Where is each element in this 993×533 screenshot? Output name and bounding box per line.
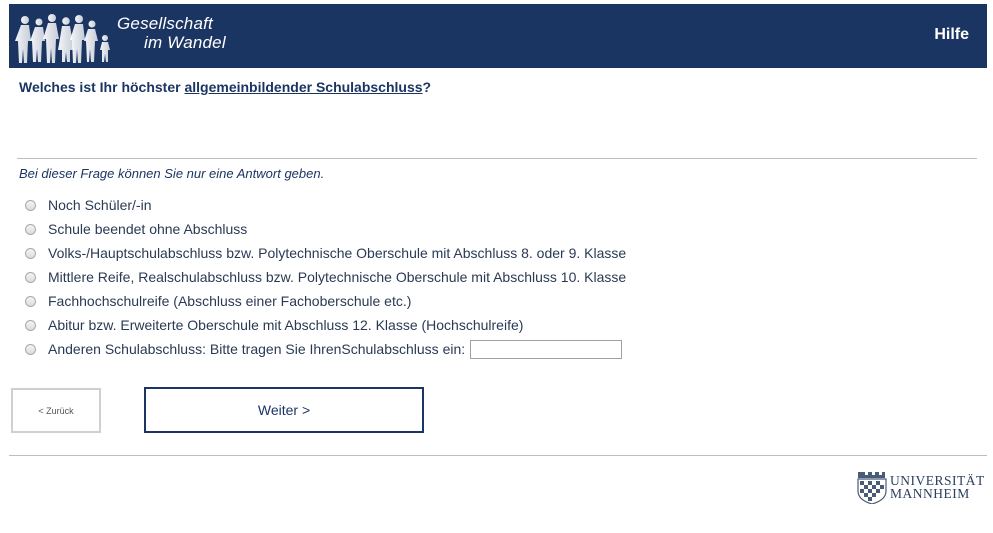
answer-hint: Bei dieser Frage können Sie nur eine Ant…: [19, 166, 325, 181]
help-link[interactable]: Hilfe: [934, 26, 969, 44]
university-logo: UNIVERSITÄT MANNHEIM: [855, 466, 989, 506]
people-silhouettes-icon: [15, 14, 110, 63]
divider-top: [17, 158, 977, 159]
option-label: Abitur bzw. Erweiterte Oberschule mit Ab…: [48, 317, 524, 333]
question-term-link[interactable]: allgemeinbildender Schulabschluss: [184, 79, 422, 95]
option-mittlere-reife[interactable]: Mittlere Reife, Realschulabschluss bzw. …: [23, 265, 626, 289]
option-ohne-abschluss[interactable]: Schule beendet ohne Abschluss: [23, 217, 626, 241]
header-bar: Gesellschaft im Wandel Hilfe: [9, 4, 987, 68]
option-noch-schueler[interactable]: Noch Schüler/-in: [23, 193, 626, 217]
option-anderer-abschluss[interactable]: Anderen Schulabschluss: Bitte tragen Sie…: [23, 337, 626, 361]
radio-button[interactable]: [25, 319, 36, 331]
logo-line-2: im Wandel: [144, 33, 226, 52]
next-button[interactable]: Weiter >: [144, 387, 424, 433]
option-hauptschule[interactable]: Volks-/Hauptschulabschluss bzw. Polytech…: [23, 241, 626, 265]
question-suffix: ?: [422, 79, 432, 95]
option-label: Volks-/Hauptschulabschluss bzw. Polytech…: [48, 245, 627, 261]
project-logo-text: Gesellschaft im Wandel: [117, 14, 226, 52]
radio-button[interactable]: [25, 343, 36, 355]
option-label: Noch Schüler/-in: [48, 197, 152, 213]
other-degree-input[interactable]: [470, 339, 623, 359]
radio-button[interactable]: [25, 223, 36, 235]
university-name-line-2: MANNHEIM: [890, 486, 970, 501]
radio-button[interactable]: [25, 247, 36, 259]
question-text: Welches ist Ihr höchster allgemeinbilden…: [19, 79, 431, 95]
university-name: UNIVERSITÄT MANNHEIM: [890, 474, 985, 501]
survey-page: Gesellschaft im Wandel Hilfe Welches ist…: [0, 0, 993, 533]
option-abitur[interactable]: Abitur bzw. Erweiterte Oberschule mit Ab…: [23, 313, 626, 337]
radio-button[interactable]: [25, 199, 36, 211]
logo-line-1: Gesellschaft: [117, 14, 213, 33]
divider-bottom: [9, 455, 987, 456]
university-crest-icon: [857, 472, 887, 504]
radio-button[interactable]: [25, 295, 36, 307]
question-prefix: Welches ist Ihr höchster: [19, 79, 185, 95]
option-label: Anderen Schulabschluss: Bitte tragen Sie…: [48, 341, 466, 357]
option-label: Schule beendet ohne Abschluss: [48, 221, 248, 237]
option-fachhochschulreife[interactable]: Fachhochschulreife (Abschluss einer Fach…: [23, 289, 626, 313]
back-button[interactable]: < Zurück: [11, 388, 101, 433]
project-logo: Gesellschaft im Wandel: [9, 4, 249, 68]
option-label: Fachhochschulreife (Abschluss einer Fach…: [48, 293, 412, 309]
option-label: Mittlere Reife, Realschulabschluss bzw. …: [48, 269, 627, 285]
answer-options: Noch Schüler/-in Schule beendet ohne Abs…: [23, 193, 626, 361]
radio-button[interactable]: [25, 271, 36, 283]
